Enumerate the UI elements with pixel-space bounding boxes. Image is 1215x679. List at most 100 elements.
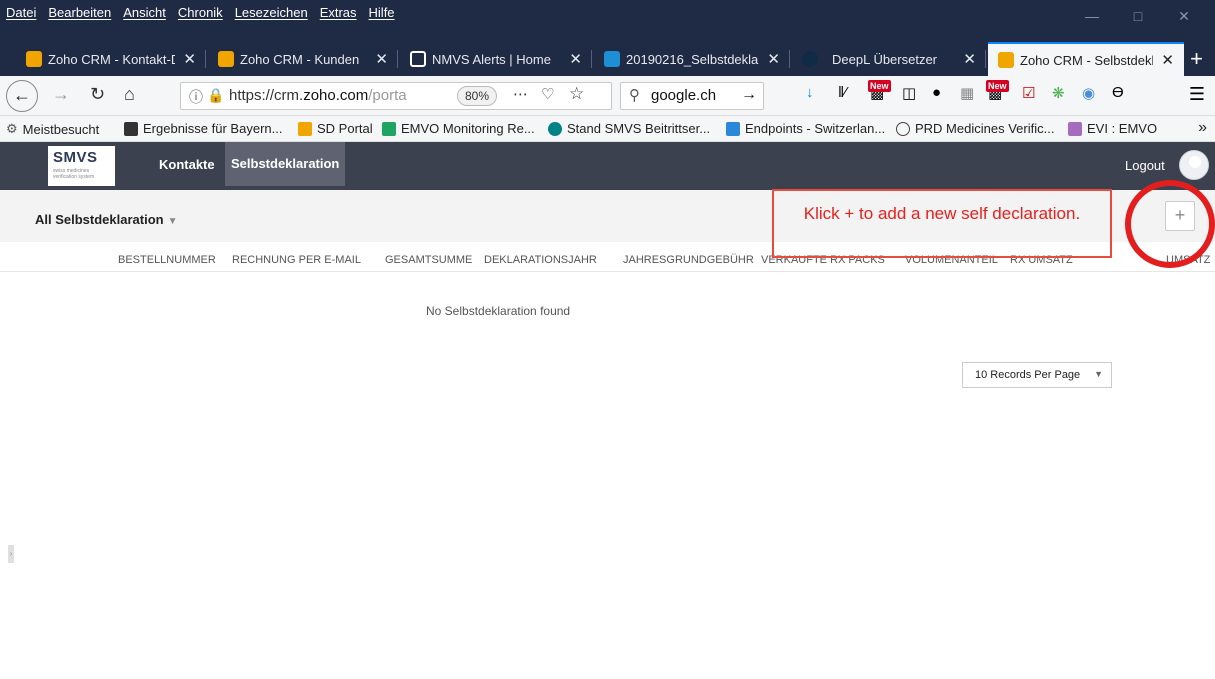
download-icon[interactable]: ↓ <box>806 84 814 101</box>
menu-chronik[interactable]: Chronik <box>178 5 223 20</box>
search-bar[interactable]: ⚲ google.ch → <box>620 82 764 110</box>
bookmark-stand-smvs[interactable]: Stand SMVS Beitrittser... <box>548 121 710 136</box>
sharepoint-favicon-icon <box>604 51 620 67</box>
bookmark-endpoints[interactable]: Endpoints - Switzerlan... <box>726 121 885 136</box>
home-icon[interactable]: ⌂ <box>124 84 135 105</box>
lock-icon[interactable]: 🔒 <box>207 87 224 104</box>
account-icon[interactable]: ϴ <box>1112 84 1124 101</box>
tab-selbstdeklaration-doc[interactable]: 20190216_Selbstdeklar ✕ <box>594 44 790 74</box>
sidebar-icon[interactable]: ◫ <box>902 84 916 102</box>
annotation-box: Klick + to add a new self declaration. <box>772 189 1112 258</box>
hamburger-menu-icon[interactable]: ☰ <box>1189 84 1205 105</box>
extension-reader-icon[interactable]: ▦ <box>960 84 974 102</box>
tab-title: Zoho CRM - Selbstdekl <box>1020 52 1154 68</box>
bookmark-emvo-monitoring[interactable]: EMVO Monitoring Re... <box>382 121 535 136</box>
reload-icon[interactable]: ↻ <box>90 84 105 105</box>
smvs-logo[interactable]: SMVS swiss medicines verification system <box>48 146 115 186</box>
tab-title: NMVS Alerts | Home <box>432 51 551 67</box>
bookmark-prd-medicines[interactable]: PRD Medicines Verific... <box>896 121 1054 136</box>
bookmark-ergebnisse[interactable]: Ergebnisse für Bayern... <box>124 121 282 136</box>
sidebar-handle[interactable]: › <box>8 545 14 563</box>
close-tab-icon[interactable]: ✕ <box>569 50 582 68</box>
checkbox-extension-icon[interactable]: ☑ <box>1022 84 1035 102</box>
close-tab-icon[interactable]: ✕ <box>767 50 780 68</box>
globe-extension-icon[interactable]: ◉ <box>1082 84 1095 102</box>
tab-zoho-kunden[interactable]: Zoho CRM - Kunden ✕ <box>208 44 398 74</box>
bookmark-meistbesucht[interactable]: ⚙ Meistbesucht <box>6 121 99 137</box>
sharepoint-icon <box>548 121 562 136</box>
url-bar[interactable]: ⓘ 🔒 https://crm.zoho.com/porta 80% ⋯ ♡ ☆ <box>180 82 612 110</box>
app-header: SMVS swiss medicines verification system… <box>0 142 1215 190</box>
nav-kontakte[interactable]: Kontakte <box>150 142 224 190</box>
forward-arrow-icon[interactable]: → <box>52 84 70 105</box>
url-text: https://crm.zoho.com/porta <box>229 87 407 104</box>
menu-ansicht[interactable]: Ansicht <box>123 5 166 20</box>
deepl-favicon-icon <box>802 51 818 67</box>
tab-title: 20190216_Selbstdeklar <box>626 51 760 67</box>
zoom-badge[interactable]: 80% <box>457 86 497 106</box>
bookmarks-bar: ⚙ Meistbesucht Ergebnisse für Bayern... S… <box>0 116 1215 142</box>
empty-state-message: No Selbstdeklaration found <box>426 304 571 318</box>
tab-strip: Zoho CRM - Kontakt-D ✕ Zoho CRM - Kunden… <box>0 40 1215 76</box>
tab-title: Zoho CRM - Kunden <box>240 51 360 67</box>
annotation-circle <box>1125 180 1215 268</box>
extension-new-2-icon[interactable]: ▩ New <box>986 80 1009 102</box>
globe-icon <box>896 121 910 136</box>
bookmark-star-icon[interactable]: ☆ <box>569 84 584 104</box>
search-input[interactable]: google.ch <box>651 87 716 104</box>
tab-zoho-kontakt[interactable]: Zoho CRM - Kontakt-D ✕ <box>16 44 206 74</box>
menu-hilfe[interactable]: Hilfe <box>369 5 395 20</box>
library-icon[interactable]: ‖⁄ <box>838 84 847 101</box>
minimize-icon[interactable]: — <box>1069 8 1115 25</box>
checkbox-favicon-icon <box>410 51 426 67</box>
bookmark-sd-portal[interactable]: SD Portal <box>298 121 373 136</box>
tab-deepl[interactable]: DeepL Übersetzer ✕ <box>792 44 986 74</box>
menu-extras[interactable]: Extras <box>320 5 357 20</box>
menu-lesezeichen[interactable]: Lesezeichen <box>235 5 308 20</box>
maximize-icon[interactable]: □ <box>1115 8 1161 25</box>
info-icon[interactable]: ⓘ <box>189 87 203 107</box>
zoho-favicon-icon <box>218 51 234 67</box>
colorful-extension-icon[interactable]: ❋ <box>1052 84 1065 102</box>
bookmark-evi-emvo[interactable]: EVI : EMVO <box>1068 121 1157 136</box>
column-jahresgrundgebuehr[interactable]: JAHRESGRUNDGEBÜHR <box>623 254 754 266</box>
chevron-more-icon[interactable]: » <box>1198 119 1207 137</box>
close-tab-icon[interactable]: ✕ <box>183 50 196 68</box>
new-tab-icon[interactable]: + <box>1190 46 1203 72</box>
records-per-page-select[interactable]: 10 Records Per Page ▼ <box>962 362 1112 388</box>
search-go-arrow-icon[interactable]: → <box>741 86 757 104</box>
column-rechnung[interactable]: RECHNUNG PER E-MAIL <box>232 254 361 266</box>
google-drive-icon <box>382 121 396 136</box>
close-tab-icon[interactable]: ✕ <box>375 50 388 68</box>
annotation-text: Klick + to add a new self declaration. <box>803 204 1081 223</box>
extension-new-icon[interactable]: ▩ New <box>868 80 891 102</box>
column-gesamtsumme[interactable]: GESAMTSUMME <box>385 254 472 266</box>
bookmark-favicon-icon <box>124 121 138 136</box>
close-window-icon[interactable]: ✕ <box>1161 8 1207 25</box>
column-deklarationsjahr[interactable]: DEKLARATIONSJAHR <box>484 254 597 266</box>
view-selector[interactable]: All Selbstdeklaration ▼ <box>35 212 178 227</box>
zoho-favicon-icon <box>998 52 1014 68</box>
back-arrow-icon[interactable]: ← <box>6 80 38 112</box>
caret-down-icon: ▼ <box>1094 369 1103 379</box>
gear-icon: ⚙ <box>6 121 18 136</box>
extension-paws-icon[interactable]: ● <box>932 84 941 101</box>
tab-title: Zoho CRM - Kontakt-D <box>48 51 176 67</box>
tab-title: DeepL Übersetzer <box>832 51 938 67</box>
menu-datei[interactable]: Datei <box>6 5 36 20</box>
avatar[interactable] <box>1179 150 1209 180</box>
column-bestellnummer[interactable]: BESTELLNUMMER <box>118 254 216 266</box>
close-tab-icon[interactable]: ✕ <box>1161 51 1174 69</box>
search-icon: ⚲ <box>629 87 640 104</box>
logout-link[interactable]: Logout <box>1125 158 1165 173</box>
page-actions-icon[interactable]: ⋯ <box>513 85 529 103</box>
menu-bearbeiten[interactable]: Bearbeiten <box>48 5 111 20</box>
pocket-icon[interactable]: ♡ <box>541 85 554 103</box>
endpoints-icon <box>726 121 740 136</box>
tab-nmvs-alerts[interactable]: NMVS Alerts | Home ✕ <box>400 44 592 74</box>
tab-zoho-selbstdekl[interactable]: Zoho CRM - Selbstdekl ✕ <box>988 42 1184 76</box>
nav-selbstdeklaration[interactable]: Selbstdeklaration <box>225 142 346 186</box>
menu-bar: Datei Bearbeiten Ansicht Chronik Lesezei… <box>0 0 1215 40</box>
caret-down-icon: ▼ <box>167 216 178 227</box>
close-tab-icon[interactable]: ✕ <box>963 50 976 68</box>
